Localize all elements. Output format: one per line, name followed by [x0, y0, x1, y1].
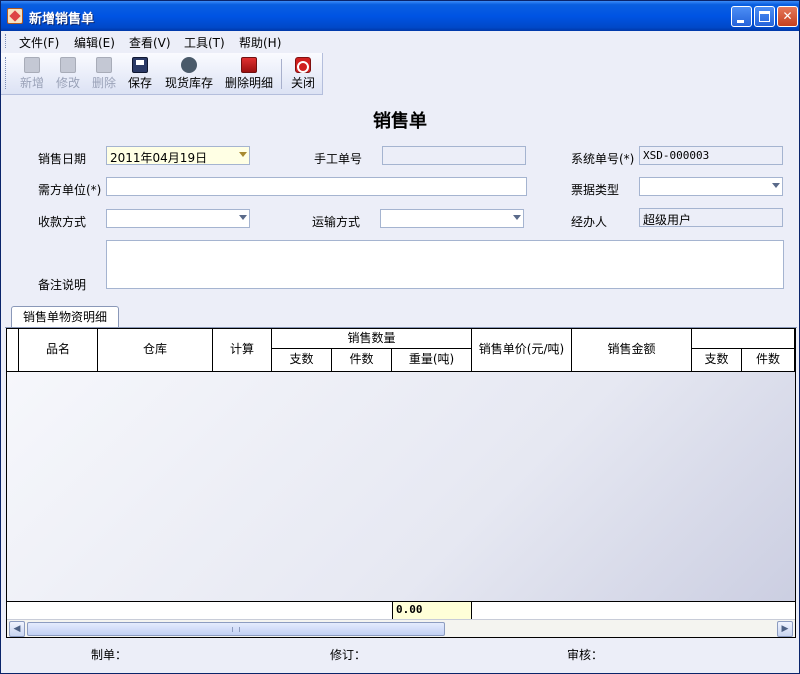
- app-icon: [7, 8, 23, 24]
- save-button[interactable]: 保存: [123, 57, 157, 91]
- invoice-type-label: 票据类型: [571, 183, 620, 197]
- delete-detail-icon: [241, 57, 257, 73]
- sale-date-picker[interactable]: 2011年04月19日: [106, 146, 250, 165]
- new-button[interactable]: 新增: [15, 57, 49, 91]
- total-weight: 0.00: [392, 602, 472, 619]
- power-icon: [295, 57, 311, 73]
- maximize-button[interactable]: [754, 6, 775, 27]
- toolbar-separator: [281, 59, 282, 89]
- title-bar: 新增销售单 ✕: [1, 1, 799, 31]
- delete-detail-button[interactable]: 删除明细: [221, 57, 277, 91]
- save-label: 保存: [127, 76, 152, 90]
- maximize-icon: [759, 11, 770, 22]
- form-title: 销售单: [373, 111, 427, 132]
- detail-grid: 品名 仓库 计算 销售数量 支数 件数 重量(吨) 销售单价(元/吨) 销售金额…: [6, 328, 796, 638]
- edit-button[interactable]: 修改: [51, 57, 85, 91]
- payment-label: 收款方式: [38, 215, 87, 229]
- chevron-down-icon[interactable]: [239, 215, 247, 220]
- menu-tools[interactable]: 工具(T): [184, 34, 225, 51]
- col-extra-items[interactable]: 件数: [742, 349, 795, 372]
- payment-select[interactable]: [106, 209, 250, 228]
- close-label: 关闭: [290, 76, 315, 90]
- col-extra-group: [692, 329, 795, 349]
- remark-textarea[interactable]: [106, 240, 784, 289]
- scroll-thumb[interactable]: [27, 622, 445, 636]
- handler-field[interactable]: 超级用户: [639, 208, 783, 227]
- sale-date-label: 销售日期: [38, 152, 87, 166]
- chevron-down-icon[interactable]: [772, 183, 780, 188]
- handler-value: 超级用户: [643, 213, 692, 227]
- system-no-value: XSD-000003: [643, 149, 710, 162]
- manual-no-field[interactable]: [382, 146, 526, 165]
- status-bar: 制单： 修订： 审核：: [1, 641, 799, 673]
- toolbar-grip: [5, 57, 8, 89]
- delete-button[interactable]: 删除: [87, 57, 121, 91]
- new-icon: [24, 57, 40, 73]
- minimize-button[interactable]: [731, 6, 752, 27]
- chevron-right-icon: ▶: [781, 624, 789, 634]
- save-icon: [132, 57, 148, 73]
- col-weight[interactable]: 重量(吨): [392, 349, 472, 372]
- edit-label: 修改: [55, 76, 80, 90]
- close-window-button[interactable]: ✕: [777, 6, 798, 27]
- auditor-label: 审核：: [567, 648, 604, 662]
- maker-label: 制单：: [91, 648, 128, 662]
- buyer-field[interactable]: [106, 177, 527, 196]
- delete-label: 删除: [91, 76, 116, 90]
- new-label: 新增: [19, 76, 44, 90]
- col-warehouse[interactable]: 仓库: [98, 329, 213, 372]
- menu-file[interactable]: 文件(F): [19, 34, 59, 51]
- tab-sales-detail[interactable]: 销售单物资明细: [11, 306, 119, 328]
- col-name[interactable]: 品名: [19, 329, 98, 372]
- minimize-icon: [737, 20, 744, 23]
- chevron-left-icon: ◀: [13, 624, 21, 634]
- menu-view[interactable]: 查看(V): [129, 34, 171, 51]
- delete-icon: [96, 57, 112, 73]
- transport-select[interactable]: [380, 209, 524, 228]
- row-indicator-header: [7, 329, 19, 372]
- buyer-label: 需方单位(*): [38, 183, 102, 197]
- system-no-label: 系统单号(*): [571, 152, 635, 166]
- menu-edit[interactable]: 编辑(E): [74, 34, 115, 51]
- menu-grip: [5, 34, 8, 48]
- sales-order-window: 新增销售单 ✕ 文件(F) 编辑(E) 查看(V) 工具(T) 帮助(H) 新增…: [0, 0, 800, 674]
- reviser-label: 修订：: [330, 648, 367, 662]
- col-items[interactable]: 件数: [332, 349, 392, 372]
- menu-bar: 文件(F) 编辑(E) 查看(V) 工具(T) 帮助(H): [1, 31, 799, 51]
- system-no-field[interactable]: XSD-000003: [639, 146, 783, 165]
- chevron-down-icon[interactable]: [513, 215, 521, 220]
- manual-no-label: 手工单号: [314, 152, 363, 166]
- close-button[interactable]: 关闭: [286, 57, 320, 91]
- edit-icon: [60, 57, 76, 73]
- thumb-grip-icon: [232, 627, 240, 632]
- col-amount[interactable]: 销售金额: [572, 329, 692, 372]
- col-extra-pieces[interactable]: 支数: [692, 349, 742, 372]
- chevron-down-icon[interactable]: [239, 152, 247, 157]
- window-title: 新增销售单: [29, 12, 95, 27]
- scroll-right-button[interactable]: ▶: [777, 621, 793, 637]
- remark-label: 备注说明: [38, 278, 87, 292]
- handler-label: 经办人: [571, 215, 608, 229]
- toolbar: 新增 修改 删除 保存 现货库存 删除明细 关闭: [1, 53, 323, 95]
- grid-footer: 0.00: [7, 601, 795, 619]
- col-measure[interactable]: 计算: [213, 329, 272, 372]
- stock-icon: [181, 57, 197, 73]
- col-unit-price[interactable]: 销售单价(元/吨): [472, 329, 572, 372]
- stock-label: 现货库存: [164, 76, 213, 90]
- horizontal-scrollbar[interactable]: ◀ ▶: [7, 619, 795, 637]
- col-sale-qty-group: 销售数量: [272, 329, 472, 349]
- transport-label: 运输方式: [312, 215, 361, 229]
- invoice-type-select[interactable]: [639, 177, 783, 196]
- sale-date-value: 2011年04月19日: [110, 151, 208, 165]
- stock-button[interactable]: 现货库存: [161, 57, 217, 91]
- scroll-left-button[interactable]: ◀: [9, 621, 25, 637]
- col-pieces[interactable]: 支数: [272, 349, 332, 372]
- close-icon: ✕: [782, 9, 793, 23]
- delete-detail-label: 删除明细: [224, 76, 273, 90]
- menu-help[interactable]: 帮助(H): [239, 34, 281, 51]
